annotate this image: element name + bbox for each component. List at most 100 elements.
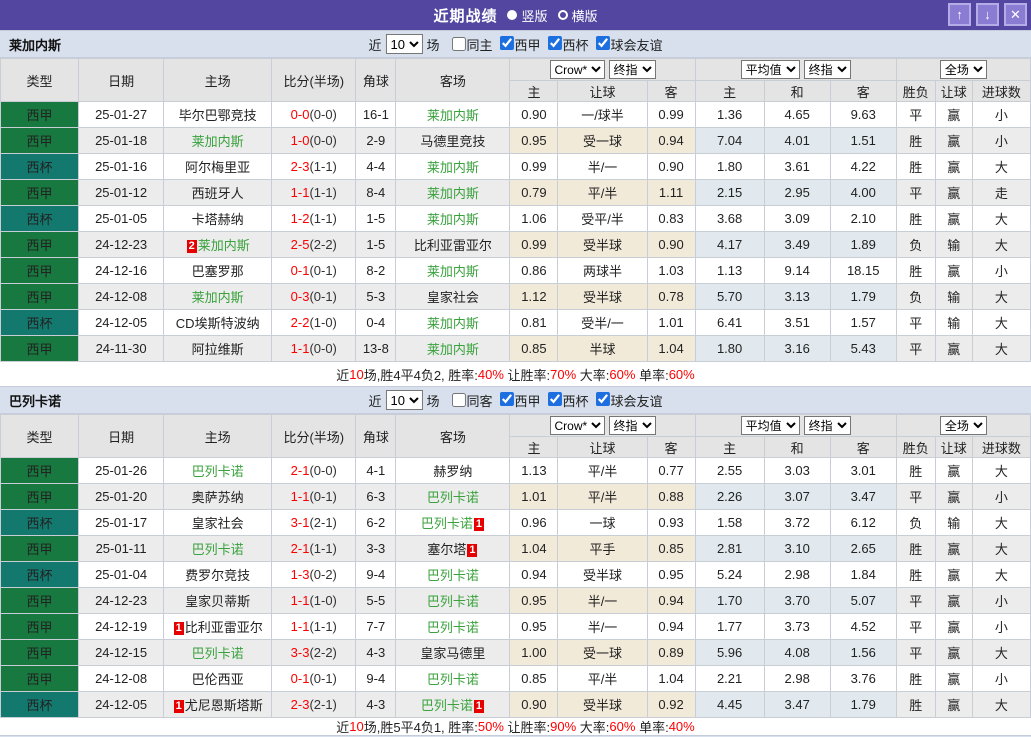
average-time-select[interactable]: 终指 bbox=[803, 60, 851, 79]
result-cell: 胜 bbox=[895, 535, 936, 562]
bookmaker-select[interactable]: Crow* bbox=[549, 416, 605, 435]
handicap-result-cell: 赢 bbox=[934, 101, 973, 128]
avg-home-cell: 5.96 bbox=[694, 639, 765, 666]
scroll-down-button[interactable]: ↓ bbox=[976, 3, 999, 26]
bookmaker-select[interactable]: Crow* bbox=[549, 60, 605, 79]
away-team-cell: 莱加内斯 bbox=[395, 153, 511, 180]
avg-draw-cell: 3.61 bbox=[763, 153, 831, 180]
fulltime-score: 1-1 bbox=[290, 619, 310, 634]
corner-cell: 1-5 bbox=[355, 231, 397, 258]
col-type: 类型 bbox=[0, 58, 80, 102]
match-row: 西甲 25-01-26 巴列卡诺 2-1(0-0) 4-1 赫罗纳 1.13 平/半 0.77 2… bbox=[0, 457, 1031, 484]
handicap-result-cell: 赢 bbox=[934, 561, 973, 588]
away-team-name: 巴列卡诺 bbox=[426, 594, 479, 609]
odds-away-cell: 0.95 bbox=[646, 561, 696, 588]
average-odds-header: 平均值 终指 bbox=[694, 414, 897, 437]
avg-away-cell: 1.89 bbox=[829, 231, 897, 258]
league-cell: 西杯 bbox=[0, 691, 80, 718]
league-checkbox[interactable] bbox=[595, 391, 610, 406]
halftime-score: (1-1) bbox=[309, 211, 337, 226]
date-cell: 25-01-16 bbox=[78, 153, 165, 180]
score-cell: 1-2(1-1) bbox=[271, 205, 357, 232]
handicap-cell: 平/半 bbox=[557, 483, 648, 510]
avg-home-cell: 6.41 bbox=[694, 309, 765, 336]
subcol-result: 胜负 bbox=[895, 436, 936, 458]
league-checkbox[interactable] bbox=[547, 391, 562, 406]
home-team-cell: 卡塔赫纳 bbox=[163, 205, 273, 232]
summary-text: 90% bbox=[550, 719, 577, 734]
league-cell: 西甲 bbox=[0, 257, 80, 284]
league-checkbox[interactable] bbox=[499, 35, 514, 50]
away-team-cell: 莱加内斯 bbox=[395, 335, 511, 362]
score-cell: 1-1(0-1) bbox=[271, 483, 357, 510]
halftime-score: (2-1) bbox=[309, 697, 337, 712]
home-team-cell: 皇家社会 bbox=[163, 509, 273, 536]
handicap-result-cell: 赢 bbox=[934, 127, 973, 154]
close-button[interactable]: ✕ bbox=[1004, 3, 1027, 26]
same-venue-checkbox[interactable] bbox=[451, 37, 466, 51]
match-row: 西甲 24-12-23 皇家贝蒂斯 1-1(1-0) 5-5 巴列卡诺 0.95 半/一 0.9… bbox=[0, 587, 1031, 614]
away-team-name: 莱加内斯 bbox=[426, 186, 479, 201]
avg-home-cell: 2.81 bbox=[694, 535, 765, 562]
close-icon: ✕ bbox=[1010, 7, 1021, 22]
layout-radio-vertical[interactable]: 竖版 bbox=[507, 6, 548, 25]
avg-home-cell: 1.13 bbox=[694, 257, 765, 284]
home-team-cell: 西班牙人 bbox=[163, 179, 273, 206]
handicap-cell: 平/半 bbox=[557, 457, 648, 484]
fulltime-score: 2-3 bbox=[290, 159, 310, 174]
scope-select[interactable]: 全场 bbox=[939, 416, 987, 435]
summary-row: 近 10 场,胜5平4负1, 胜率: 50% 让胜率: 90% 大率: 60% 单率: 40… bbox=[0, 718, 1031, 735]
scope-select[interactable]: 全场 bbox=[939, 60, 987, 79]
average-select[interactable]: 平均值 bbox=[740, 60, 800, 79]
fulltime-score: 1-1 bbox=[290, 489, 310, 504]
handicap-cell: 受一球 bbox=[557, 639, 648, 666]
avg-away-cell: 5.07 bbox=[829, 587, 897, 614]
team-name: 莱加内斯 bbox=[9, 37, 62, 53]
average-time-select[interactable]: 终指 bbox=[803, 416, 851, 435]
summary-text: 40% bbox=[477, 366, 504, 382]
goals-result-cell: 大 bbox=[971, 509, 1031, 536]
fulltime-score: 2-3 bbox=[290, 697, 310, 712]
league-checkbox[interactable] bbox=[547, 35, 562, 50]
fulltime-score: 2-2 bbox=[290, 315, 310, 330]
summary-text: 场,胜4平4负2, 胜率: bbox=[363, 367, 478, 383]
league-checkbox[interactable] bbox=[499, 391, 514, 406]
score-cell: 1-1(0-0) bbox=[271, 335, 357, 362]
away-team-name: 比利亚雷亚尔 bbox=[413, 238, 492, 253]
date-cell: 24-11-30 bbox=[78, 335, 165, 362]
score-cell: 0-1(0-1) bbox=[271, 257, 357, 284]
fulltime-score: 3-1 bbox=[290, 515, 310, 530]
scroll-up-button[interactable]: ↑ bbox=[948, 3, 971, 26]
match-count-select[interactable]: 10 bbox=[385, 390, 423, 410]
date-cell: 25-01-11 bbox=[78, 535, 165, 562]
avg-home-cell: 2.15 bbox=[694, 179, 765, 206]
fulltime-score: 0-1 bbox=[290, 671, 310, 686]
layout-radio-horizontal[interactable]: 横版 bbox=[557, 6, 598, 25]
avg-home-cell: 4.45 bbox=[694, 691, 765, 718]
avg-away-cell: 3.47 bbox=[829, 483, 897, 510]
handicap-result-cell: 输 bbox=[934, 283, 973, 310]
horizontal-layout-label: 横版 bbox=[571, 8, 598, 24]
filter-controls: 近 10 场 同客 西甲 西杯 球会友谊 bbox=[368, 390, 663, 410]
avg-home-cell: 1.80 bbox=[694, 153, 765, 180]
away-team-cell: 巴列卡诺 1 bbox=[395, 509, 511, 536]
results-table: 类型 日期 主场 比分(半场) 角球 客场 Crow*终指 平均值终指 全场 bbox=[0, 58, 1031, 362]
odds-away-cell: 0.78 bbox=[646, 283, 696, 310]
odds-time-select[interactable]: 终指 bbox=[608, 60, 656, 79]
col-corner: 角球 bbox=[355, 414, 397, 458]
result-cell: 胜 bbox=[895, 691, 936, 718]
league-checkbox[interactable] bbox=[595, 35, 610, 50]
date-cell: 25-01-27 bbox=[78, 101, 165, 128]
near-label: 近 bbox=[368, 393, 382, 409]
odds-time-select[interactable]: 终指 bbox=[608, 416, 656, 435]
match-count-select[interactable]: 10 bbox=[385, 34, 423, 54]
result-cell: 平 bbox=[895, 179, 936, 206]
red-card-badge: 1 bbox=[173, 622, 184, 635]
same-venue-checkbox[interactable] bbox=[451, 393, 466, 407]
corner-cell: 4-4 bbox=[355, 153, 397, 180]
away-team-cell: 马德里竞技 bbox=[395, 127, 511, 154]
scope-header: 全场 bbox=[895, 58, 1031, 81]
odds-home-cell: 0.95 bbox=[509, 613, 559, 640]
away-team-cell: 巴列卡诺 bbox=[395, 665, 511, 692]
average-select[interactable]: 平均值 bbox=[740, 416, 800, 435]
